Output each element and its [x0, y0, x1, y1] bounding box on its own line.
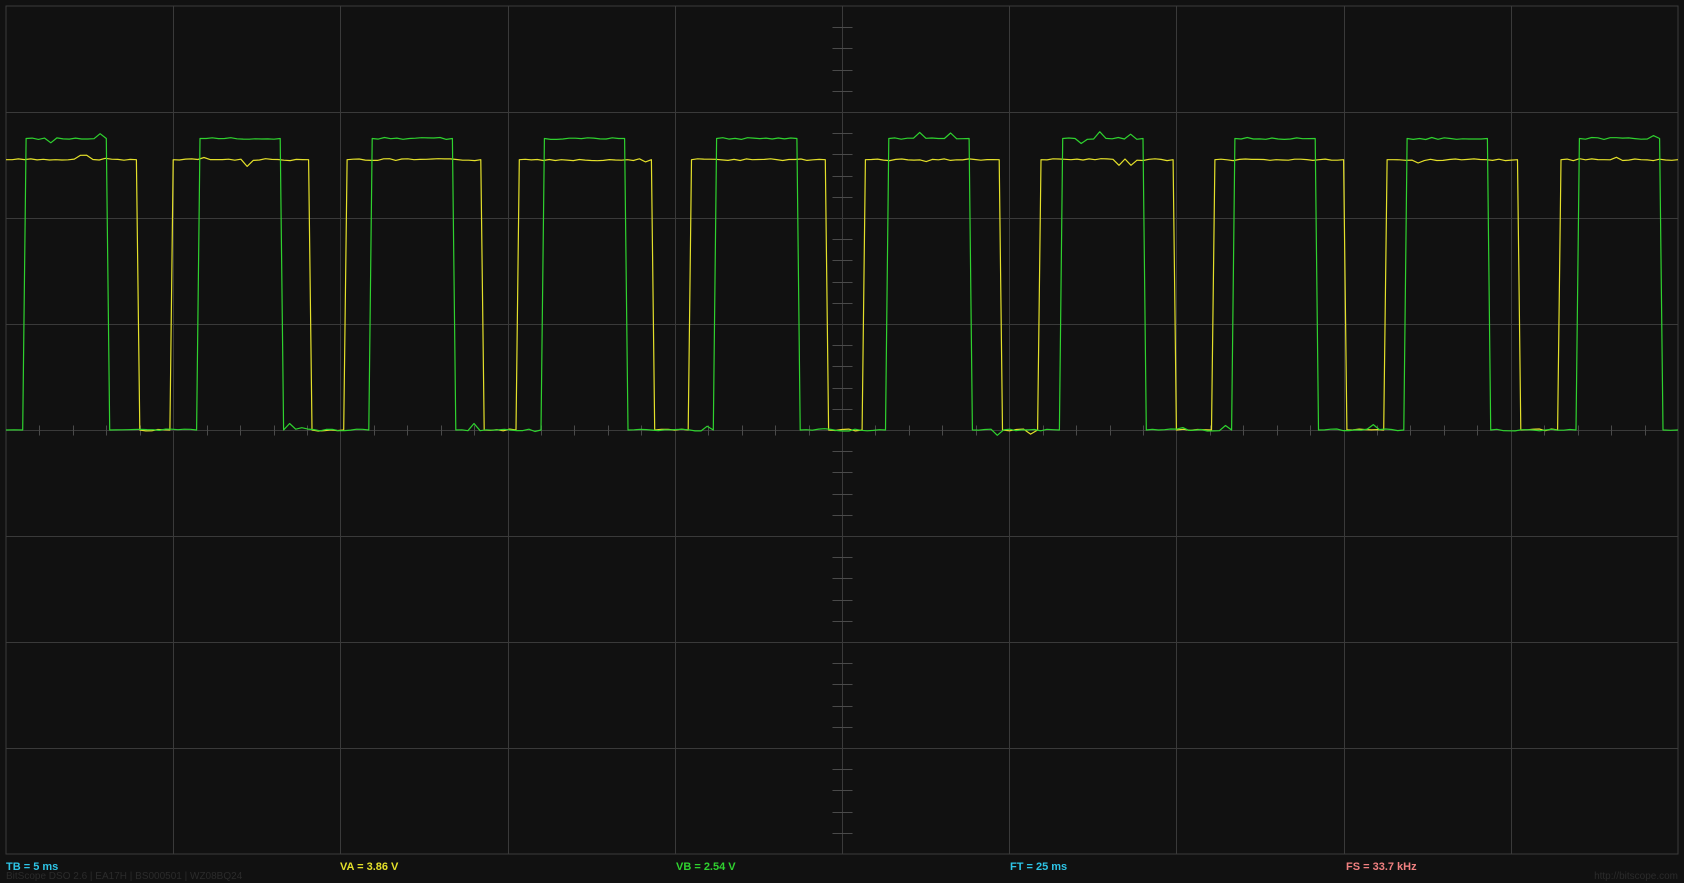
channel-b-readout: VB = 2.54 V [676, 861, 736, 873]
website-link[interactable]: http://bitscope.com [1594, 871, 1678, 882]
oscilloscope-display [0, 0, 1684, 883]
device-info-footer: BitScope DSO 2.6 | EA17H | BS000501 | WZ… [6, 871, 243, 882]
frame-time-readout: FT = 25 ms [1010, 861, 1068, 873]
channel-a-readout: VA = 3.86 V [340, 861, 399, 873]
sample-rate-readout: FS = 33.7 kHz [1346, 861, 1417, 873]
